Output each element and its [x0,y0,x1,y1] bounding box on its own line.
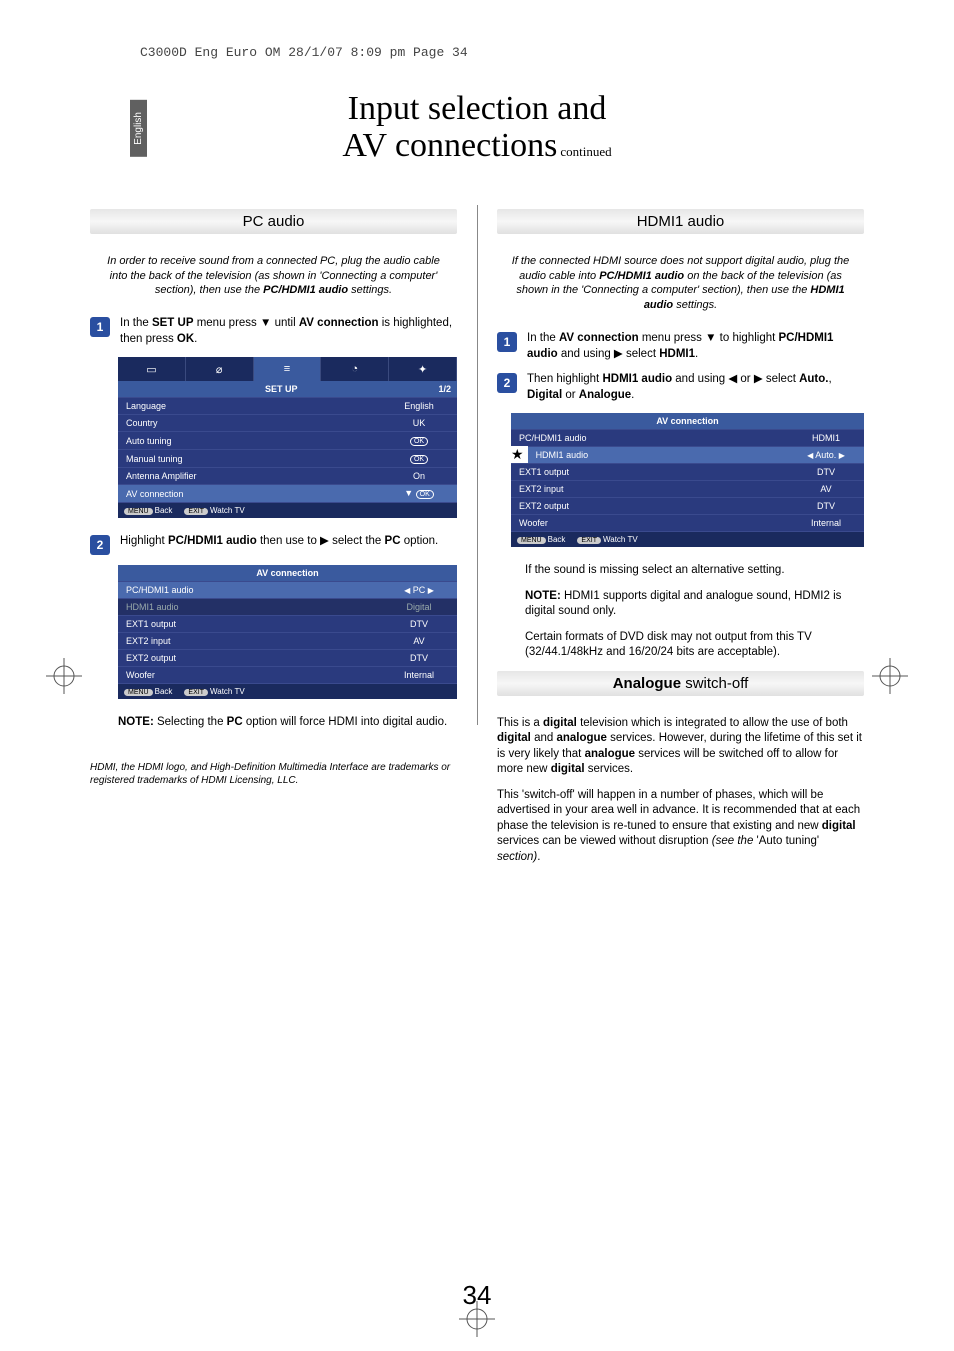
osd-title-bar: SET UP 1/2 [118,381,457,397]
setup-osd: ▭ ⌀ ≡ ◔ ✦ SET UP 1/2 LanguageEnglish Cou… [118,357,457,518]
manual-page: C3000D Eng Euro OM 28/1/07 8:09 pm Page … [0,0,954,1351]
av-osd-hdmi: AV connection PC/HDMI1 audioHDMI1 ★ HDMI… [511,413,864,547]
osd-row: Manual tuningOK [118,449,457,467]
pc-audio-intro: In order to receive sound from a connect… [98,254,449,299]
registration-mark-icon [872,658,908,694]
osd-tab-icon: ◔ [321,357,389,381]
osd-row: Auto tuningOK [118,431,457,449]
pc-audio-step-2: 2 Highlight PC/HDMI1 audio then use to ▶… [90,534,457,555]
osd-row: CountryUK [118,414,457,431]
pc-audio-step-2-text: Highlight PC/HDMI1 audio then use to ▶ s… [120,534,457,550]
hdmi-note-2: NOTE: HDMI1 supports digital and analogu… [525,589,864,620]
osd-row: Antenna AmplifierOn [118,467,457,484]
title-suffix: continued [560,144,611,159]
language-tab: English [130,100,147,157]
title-line-1: Input selection and [348,90,607,127]
hdmi-audio-intro: If the connected HDMI source does not su… [505,254,856,313]
osd-row: WooferInternal [118,666,457,683]
osd-tab-icon: ⌀ [186,357,254,381]
osd-row: EXT2 outputDTV [118,649,457,666]
osd-tab-icon: ≡ [254,357,322,381]
left-column: PC audio In order to receive sound from … [90,205,457,876]
osd-tab-bar: ▭ ⌀ ≡ ◔ ✦ [118,357,457,381]
osd-page: 1/2 [438,384,451,394]
hdmi-audio-step-1: 1 In the AV connection menu press ▼ to h… [497,331,864,362]
osd-row: LanguageEnglish [118,397,457,414]
osd-title: SET UP [265,384,298,394]
analogue-heading: Analogue switch-off [497,671,864,696]
hdmi-trademark-footnote: HDMI, the HDMI logo, and High-Definition… [90,761,457,787]
av-osd-pc: AV connection PC/HDMI1 audio◀ PC ▶ HDMI1… [118,565,457,699]
osd-tab-icon: ✦ [389,357,457,381]
osd-title-bar: AV connection [118,565,457,581]
osd-tab-icon: ▭ [118,357,186,381]
osd-row: EXT2 outputDTV [511,497,864,514]
osd-row-highlight: HDMI1 audio◀ Auto. ▶ [528,446,864,463]
osd-row: EXT2 inputAV [118,632,457,649]
hdmi-note-3: Certain formats of DVD disk may not outp… [525,630,864,661]
step-badge-2: 2 [90,535,110,555]
osd-row: EXT1 outputDTV [118,615,457,632]
analogue-p2: This 'switch-off' will happen in a numbe… [497,788,864,866]
hdmi-audio-step-2: 2 Then highlight HDMI1 audio and using ◀… [497,372,864,403]
osd-footer: MENUBack EXITWatch TV [511,531,864,547]
pc-audio-note: NOTE: Selecting the PC option will force… [118,715,457,731]
osd-row: WooferInternal [511,514,864,531]
registration-mark-icon [459,1301,495,1337]
pc-audio-step-1-text: In the SET UP menu press ▼ until AV conn… [120,316,457,347]
osd-row-highlight: PC/HDMI1 audio◀ PC ▶ [118,581,457,598]
crop-mark-header: C3000D Eng Euro OM 28/1/07 8:09 pm Page … [140,45,864,60]
osd-row-highlight: AV connection▼ OK [118,484,457,502]
hdmi-note-1: If the sound is missing select an altern… [525,563,864,579]
title-line-2: AV connections [342,127,557,164]
pc-audio-step-1: 1 In the SET UP menu press ▼ until AV co… [90,316,457,347]
step-badge-2: 2 [497,373,517,393]
right-column: HDMI1 audio If the connected HDMI source… [497,205,864,876]
two-column-layout: PC audio In order to receive sound from … [90,205,864,876]
osd-footer: MENUBack EXITWatch TV [118,502,457,518]
step-badge-1: 1 [497,332,517,352]
hdmi-step-1-text: In the AV connection menu press ▼ to hig… [527,331,864,362]
osd-title-bar: AV connection [511,413,864,429]
pc-audio-heading: PC audio [90,209,457,234]
osd-footer: MENUBack EXITWatch TV [118,683,457,699]
osd-row: EXT1 outputDTV [511,463,864,480]
analogue-p1: This is a digital television which is in… [497,716,864,778]
osd-row: PC/HDMI1 audioHDMI1 [511,429,864,446]
osd-row: EXT2 inputAV [511,480,864,497]
hdmi-audio-heading: HDMI1 audio [497,209,864,234]
hdmi-step-2-text: Then highlight HDMI1 audio and using ◀ o… [527,372,864,403]
osd-row-dim: HDMI1 audioDigital [118,598,457,615]
star-icon: ★ [511,446,524,463]
page-title: Input selection and AV connections conti… [90,90,864,165]
registration-mark-icon [46,658,82,694]
step-badge-1: 1 [90,317,110,337]
